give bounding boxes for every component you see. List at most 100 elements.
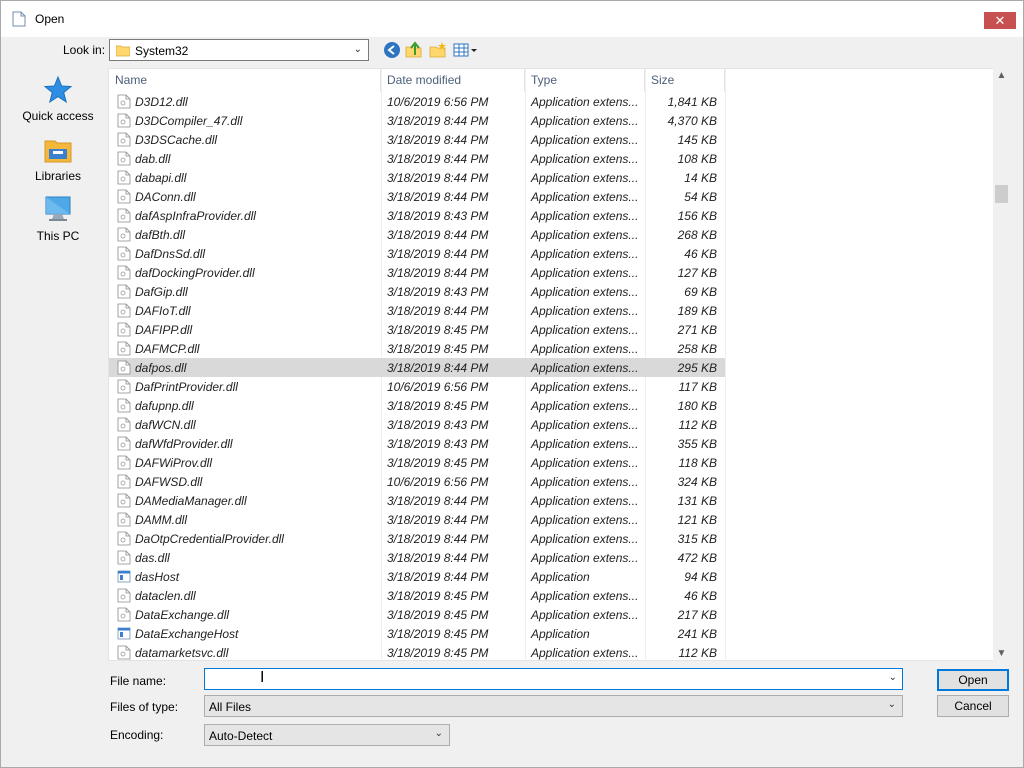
date-modified-cell: 3/18/2019 8:44 PM — [387, 152, 489, 166]
scroll-thumb[interactable] — [995, 185, 1008, 203]
file-row[interactable]: dasHost 3/18/2019 8:44 PM Application 94 KB — [109, 567, 725, 586]
file-row[interactable]: DAFIoT.dll 3/18/2019 8:44 PM Application e… — [109, 301, 725, 320]
dll-file-icon — [117, 645, 131, 660]
open-dialog: Open ✕ Look in: System32 ⌄ Quick access — [0, 0, 1024, 768]
date-modified-cell: 10/6/2019 6:56 PM — [387, 475, 489, 489]
file-row[interactable]: das.dll 3/18/2019 8:44 PM Application exte… — [109, 548, 725, 567]
dll-file-icon — [117, 341, 131, 356]
dll-file-icon — [117, 436, 131, 451]
file-type-cell: Application extens... — [531, 551, 639, 565]
file-size-cell: 145 KB — [677, 133, 717, 147]
file-row[interactable]: DAFMCP.dll 3/18/2019 8:45 PM Application e… — [109, 339, 725, 358]
date-modified-cell: 3/18/2019 8:44 PM — [387, 266, 489, 280]
file-row[interactable]: dafDockingProvider.dll 3/18/2019 8:44 PM A… — [109, 263, 725, 282]
file-type-cell: Application extens... — [531, 475, 639, 489]
file-row[interactable]: DAConn.dll 3/18/2019 8:44 PM Application e… — [109, 187, 725, 206]
file-row[interactable]: DaOtpCredentialProvider.dll 3/18/2019 8:4… — [109, 529, 725, 548]
file-row[interactable]: dab.dll 3/18/2019 8:44 PM Application exte… — [109, 149, 725, 168]
file-row[interactable]: dafAspInfraProvider.dll 3/18/2019 8:43 PM… — [109, 206, 725, 225]
file-row[interactable]: datamarketsvc.dll 3/18/2019 8:45 PM Applic… — [109, 643, 725, 660]
scroll-down-icon[interactable]: ▼ — [993, 648, 1010, 659]
file-type-cell: Application extens... — [531, 456, 639, 470]
folder-icon — [116, 45, 130, 57]
date-modified-cell: 3/18/2019 8:45 PM — [387, 608, 489, 622]
file-type-cell: Application extens... — [531, 380, 639, 394]
file-type-cell: Application extens... — [531, 608, 639, 622]
file-name-cell: dasHost — [135, 570, 180, 584]
file-size-cell: 4,370 KB — [667, 114, 717, 128]
chevron-down-icon: ⌄ — [353, 44, 362, 55]
column-header-label: Name — [115, 73, 148, 87]
close-button[interactable]: ✕ — [984, 12, 1016, 29]
encoding-dropdown[interactable]: Auto-Detect ⌄ — [204, 724, 450, 746]
file-row[interactable]: DataExchange.dll 3/18/2019 8:45 PM Applica… — [109, 605, 725, 624]
file-type-cell: Application extens... — [531, 437, 639, 451]
file-name-cell: dafDockingProvider.dll — [135, 266, 255, 280]
column-header-type[interactable]: Type — [525, 69, 645, 92]
file-row[interactable]: DAMM.dll 3/18/2019 8:44 PM Application ext… — [109, 510, 725, 529]
place-quick-access[interactable]: Quick access — [15, 75, 101, 131]
file-size-cell: 94 KB — [684, 570, 717, 584]
open-button[interactable]: Open — [937, 669, 1009, 691]
file-name-cell: DafPrintProvider.dll — [135, 380, 238, 394]
column-header-date[interactable]: Date modified — [381, 69, 525, 92]
file-type-cell: Application extens... — [531, 513, 639, 527]
date-modified-cell: 3/18/2019 8:44 PM — [387, 190, 489, 204]
file-size-cell: 117 KB — [678, 380, 717, 394]
file-row[interactable]: DAFIPP.dll 3/18/2019 8:45 PM Application e… — [109, 320, 725, 339]
column-header-name[interactable]: Name — [109, 69, 381, 92]
file-name-cell: dafWCN.dll — [135, 418, 196, 432]
file-row[interactable]: DAFWiProv.dll 3/18/2019 8:45 PM Applicatio… — [109, 453, 725, 472]
date-modified-cell: 3/18/2019 8:43 PM — [387, 209, 489, 223]
file-row[interactable]: DAFWSD.dll 10/6/2019 6:56 PM Application e… — [109, 472, 725, 491]
place-libraries[interactable]: Libraries — [15, 135, 101, 191]
file-row[interactable]: dafWfdProvider.dll 3/18/2019 8:43 PM Appli… — [109, 434, 725, 453]
new-folder-icon[interactable] — [429, 41, 447, 59]
column-header-size[interactable]: Size — [645, 69, 725, 92]
date-modified-cell: 3/18/2019 8:44 PM — [387, 361, 489, 375]
file-row[interactable]: DafPrintProvider.dll 10/6/2019 6:56 PM App… — [109, 377, 725, 396]
chevron-down-icon[interactable]: ⌄ — [889, 672, 897, 683]
file-name-cell: DafGip.dll — [135, 285, 188, 299]
file-size-cell: 315 KB — [677, 532, 717, 546]
file-size-cell: 54 KB — [684, 190, 717, 204]
title-bar[interactable]: Open ✕ — [1, 1, 1023, 37]
file-type-cell: Application — [531, 627, 590, 641]
file-row[interactable]: dabapi.dll 3/18/2019 8:44 PM Application e… — [109, 168, 725, 187]
file-row[interactable]: dafWCN.dll 3/18/2019 8:43 PM Application e… — [109, 415, 725, 434]
files-of-type-dropdown[interactable]: All Files ⌄ — [204, 695, 903, 717]
date-modified-cell: 3/18/2019 8:45 PM — [387, 627, 489, 641]
date-modified-cell: 3/18/2019 8:44 PM — [387, 228, 489, 242]
place-label: This PC — [36, 229, 80, 243]
file-row[interactable]: DAMediaManager.dll 3/18/2019 8:44 PM Appli… — [109, 491, 725, 510]
file-name-input[interactable] — [207, 671, 877, 687]
file-row[interactable]: D3D12.dll 10/6/2019 6:56 PM Application ex… — [109, 92, 725, 111]
file-type-cell: Application extens... — [531, 190, 639, 204]
file-size-cell: 180 KB — [677, 399, 717, 413]
file-row[interactable]: DafGip.dll 3/18/2019 8:43 PM Application e… — [109, 282, 725, 301]
file-size-cell: 472 KB — [677, 551, 717, 565]
scroll-up-icon[interactable]: ▲ — [993, 70, 1010, 81]
back-icon[interactable] — [383, 41, 401, 59]
file-name-cell: DafDnsSd.dll — [135, 247, 206, 261]
file-row[interactable]: dafupnp.dll 3/18/2019 8:45 PM Application … — [109, 396, 725, 415]
file-row[interactable]: dataclen.dll 3/18/2019 8:45 PM Application… — [109, 586, 725, 605]
file-row[interactable]: D3DCompiler_47.dll 3/18/2019 8:44 PM Appli… — [109, 111, 725, 130]
file-row[interactable]: dafBth.dll 3/18/2019 8:44 PM Application e… — [109, 225, 725, 244]
file-row[interactable]: DafDnsSd.dll 3/18/2019 8:44 PM Application… — [109, 244, 725, 263]
file-row[interactable]: dafpos.dll 3/18/2019 8:44 PM Application e… — [109, 358, 725, 377]
file-size-cell: 127 KB — [677, 266, 717, 280]
file-name-cell: DAFMCP.dll — [135, 342, 200, 356]
look-in-dropdown[interactable]: System32 ⌄ — [109, 39, 369, 61]
file-row[interactable]: DataExchangeHost 3/18/2019 8:45 PM Applica… — [109, 624, 725, 643]
file-list[interactable]: ⌃ Name Date modified Type Size D3D12.dll… — [108, 68, 1010, 661]
vertical-scrollbar[interactable]: ▲ ▼ — [993, 68, 1010, 661]
cancel-button[interactable]: Cancel — [937, 695, 1009, 717]
file-row[interactable]: D3DSCache.dll 3/18/2019 8:44 PM Applicatio… — [109, 130, 725, 149]
place-this-pc[interactable]: This PC — [15, 195, 101, 251]
view-menu-icon[interactable] — [453, 41, 479, 59]
up-folder-icon[interactable] — [405, 41, 423, 59]
file-name-field[interactable]: ⌄ — [204, 668, 903, 690]
file-type-cell: Application extens... — [531, 171, 639, 185]
date-modified-cell: 3/18/2019 8:44 PM — [387, 513, 489, 527]
